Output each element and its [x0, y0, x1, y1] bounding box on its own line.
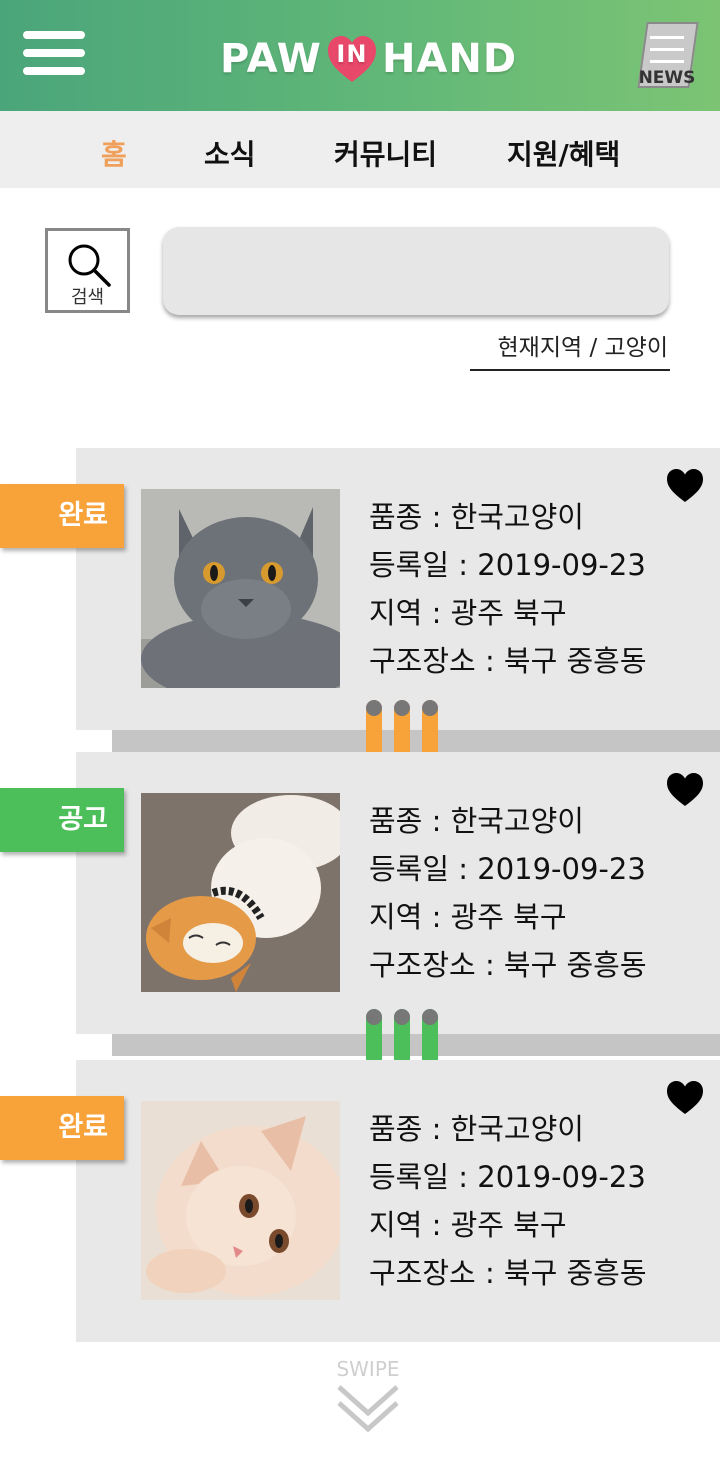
swipe-label: SWIPE [336, 1357, 400, 1381]
rescue-place-text: 구조장소 : 북구 중흥동 [369, 644, 647, 678]
logo-text-right: HAND [381, 36, 518, 82]
region-text: 지역 : 광주 북구 [369, 900, 567, 934]
breed-text: 품종 : 한국고양이 [369, 500, 584, 534]
logo-text-left: PAW [220, 36, 322, 82]
listing-info: 품종 : 한국고양이 등록일 : 2019-09-23 지역 : 광주 북구 구… [369, 493, 647, 685]
heart-icon[interactable] [666, 1079, 704, 1117]
region-text: 지역 : 광주 북구 [369, 1208, 567, 1242]
tab-news[interactable]: 소식 [204, 111, 256, 188]
status-badge: 공고 [0, 788, 124, 852]
status-badge: 완료 [0, 484, 124, 548]
swipe-hint[interactable]: SWIPE [320, 1357, 416, 1435]
search-button-label: 검색 [70, 287, 105, 308]
heart-icon[interactable] [666, 771, 704, 809]
news-label: NEWS [638, 68, 696, 88]
cat-photo[interactable] [141, 793, 340, 992]
search-button[interactable]: 검색 [45, 228, 130, 313]
cat-photo[interactable] [141, 1101, 340, 1300]
tab-bar: 홈 소식 커뮤니티 지원/혜택 [0, 111, 720, 188]
region-species-filter[interactable]: 현재지역 / 고양이 [470, 328, 670, 371]
app-logo[interactable]: PAW IN HAND [220, 34, 517, 84]
registered-date-text: 등록일 : 2019-09-23 [369, 548, 646, 582]
tab-home[interactable]: 홈 [101, 111, 127, 188]
heart-icon[interactable] [666, 467, 704, 505]
tab-community[interactable]: 커뮤니티 [334, 111, 437, 188]
registered-date-text: 등록일 : 2019-09-23 [369, 1160, 646, 1194]
breed-text: 품종 : 한국고양이 [369, 1112, 584, 1146]
rescue-place-text: 구조장소 : 북구 중흥동 [369, 948, 647, 982]
listing-info: 품종 : 한국고양이 등록일 : 2019-09-23 지역 : 광주 북구 구… [369, 797, 647, 989]
region-text: 지역 : 광주 북구 [369, 596, 567, 630]
status-badge: 완료 [0, 1096, 124, 1160]
cat-photo[interactable] [141, 489, 340, 688]
search-input[interactable] [163, 227, 669, 315]
double-chevron-down-icon [337, 1385, 399, 1433]
rescue-place-text: 구조장소 : 북구 중흥동 [369, 1256, 647, 1290]
app-header: PAW IN HAND NEWS [0, 0, 720, 111]
breed-text: 품종 : 한국고양이 [369, 804, 584, 838]
listing-info: 품종 : 한국고양이 등록일 : 2019-09-23 지역 : 광주 북구 구… [369, 1105, 647, 1297]
news-button[interactable]: NEWS [636, 22, 699, 90]
hamburger-menu-icon[interactable] [23, 31, 85, 75]
logo-text-mid: IN [336, 40, 368, 68]
search-icon [68, 244, 111, 287]
tab-support[interactable]: 지원/혜택 [507, 111, 620, 188]
logo-heart-icon: IN [326, 34, 378, 84]
registered-date-text: 등록일 : 2019-09-23 [369, 852, 646, 886]
